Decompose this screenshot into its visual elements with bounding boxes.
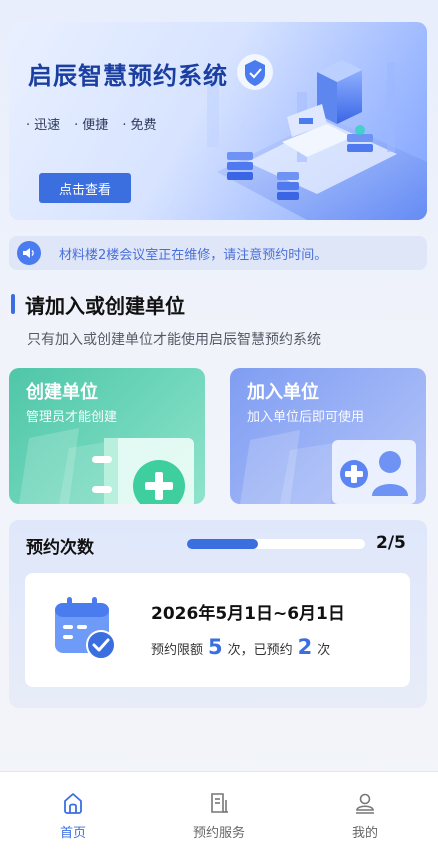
reservation-icon	[211, 793, 228, 813]
join-unit-title: 加入单位	[247, 382, 319, 403]
banner-title: 启辰智慧预约系统	[28, 62, 228, 90]
view-details-button[interactable]: 点击查看	[39, 173, 131, 203]
limit-label: 预约限额	[151, 643, 204, 658]
section-title: 请加入或创建单位	[25, 293, 185, 318]
join-unit-subtitle: 加入单位后即可使用	[247, 410, 365, 425]
section-subtitle: 只有加入或创建单位才能使用启辰智慧预约系统	[27, 332, 321, 348]
banner-tag: 免费	[122, 114, 156, 133]
nav-label-profile: 我的	[351, 826, 378, 841]
home-icon	[64, 793, 82, 814]
nav-label-reservation: 预约服务	[192, 826, 245, 841]
server-illustration	[207, 54, 427, 220]
create-unit-title: 创建单位	[26, 382, 98, 403]
notice-bar[interactable]: 材料楼2楼会议室正在维修，请注意预约时间。	[9, 236, 427, 270]
banner: 启辰智慧预约系统 迅速 便捷 免费 点击查看	[9, 22, 427, 220]
profile-icon	[356, 793, 374, 814]
nav-item-home[interactable]: 首页	[0, 772, 146, 851]
reservation-progress-bar	[187, 539, 365, 549]
create-unit-card[interactable]: 创建单位 管理员才能创建	[9, 368, 205, 504]
nav-label-home: 首页	[59, 826, 86, 841]
notice-text: 材料楼2楼会议室正在维修，请注意预约时间。	[59, 247, 328, 263]
reservation-progress-text: 2/5	[376, 533, 406, 553]
booked-unit: 次	[317, 643, 331, 658]
heading-accent-bar	[11, 294, 15, 314]
nav-item-profile[interactable]: 我的	[292, 772, 438, 851]
banner-tags: 迅速 便捷 免费	[26, 114, 156, 133]
banner-tag: 便捷	[74, 114, 108, 133]
limit-unit: 次，	[227, 643, 254, 658]
reservation-title: 预约次数	[26, 538, 94, 558]
create-unit-subtitle: 管理员才能创建	[26, 410, 118, 425]
calendar-check-icon	[55, 597, 116, 660]
reservation-date-range: 2026年5月1日~6月1日	[151, 604, 345, 624]
speaker-icon	[17, 241, 41, 265]
section-heading: 请加入或创建单位	[11, 290, 185, 318]
reservation-progress-fill	[187, 539, 259, 549]
banner-tag: 迅速	[26, 114, 60, 133]
reservation-panel: 预约次数 2/5 2026年5月1日~6月1日 预约限额 5 次， 已预约 2 …	[9, 520, 427, 708]
limit-value: 5	[208, 635, 223, 659]
booked-value: 2	[297, 635, 313, 659]
reservation-detail-card: 2026年5月1日~6月1日 预约限额 5 次， 已预约 2 次	[25, 573, 410, 687]
join-unit-card[interactable]: 加入单位 加入单位后即可使用	[230, 368, 426, 504]
bottom-nav: 首页 预约服务 我的	[0, 771, 438, 851]
nav-item-reservation[interactable]: 预约服务	[146, 772, 292, 851]
reservation-quota: 预约限额 5 次， 已预约 2 次	[151, 635, 330, 659]
booked-label: 已预约	[253, 643, 293, 658]
